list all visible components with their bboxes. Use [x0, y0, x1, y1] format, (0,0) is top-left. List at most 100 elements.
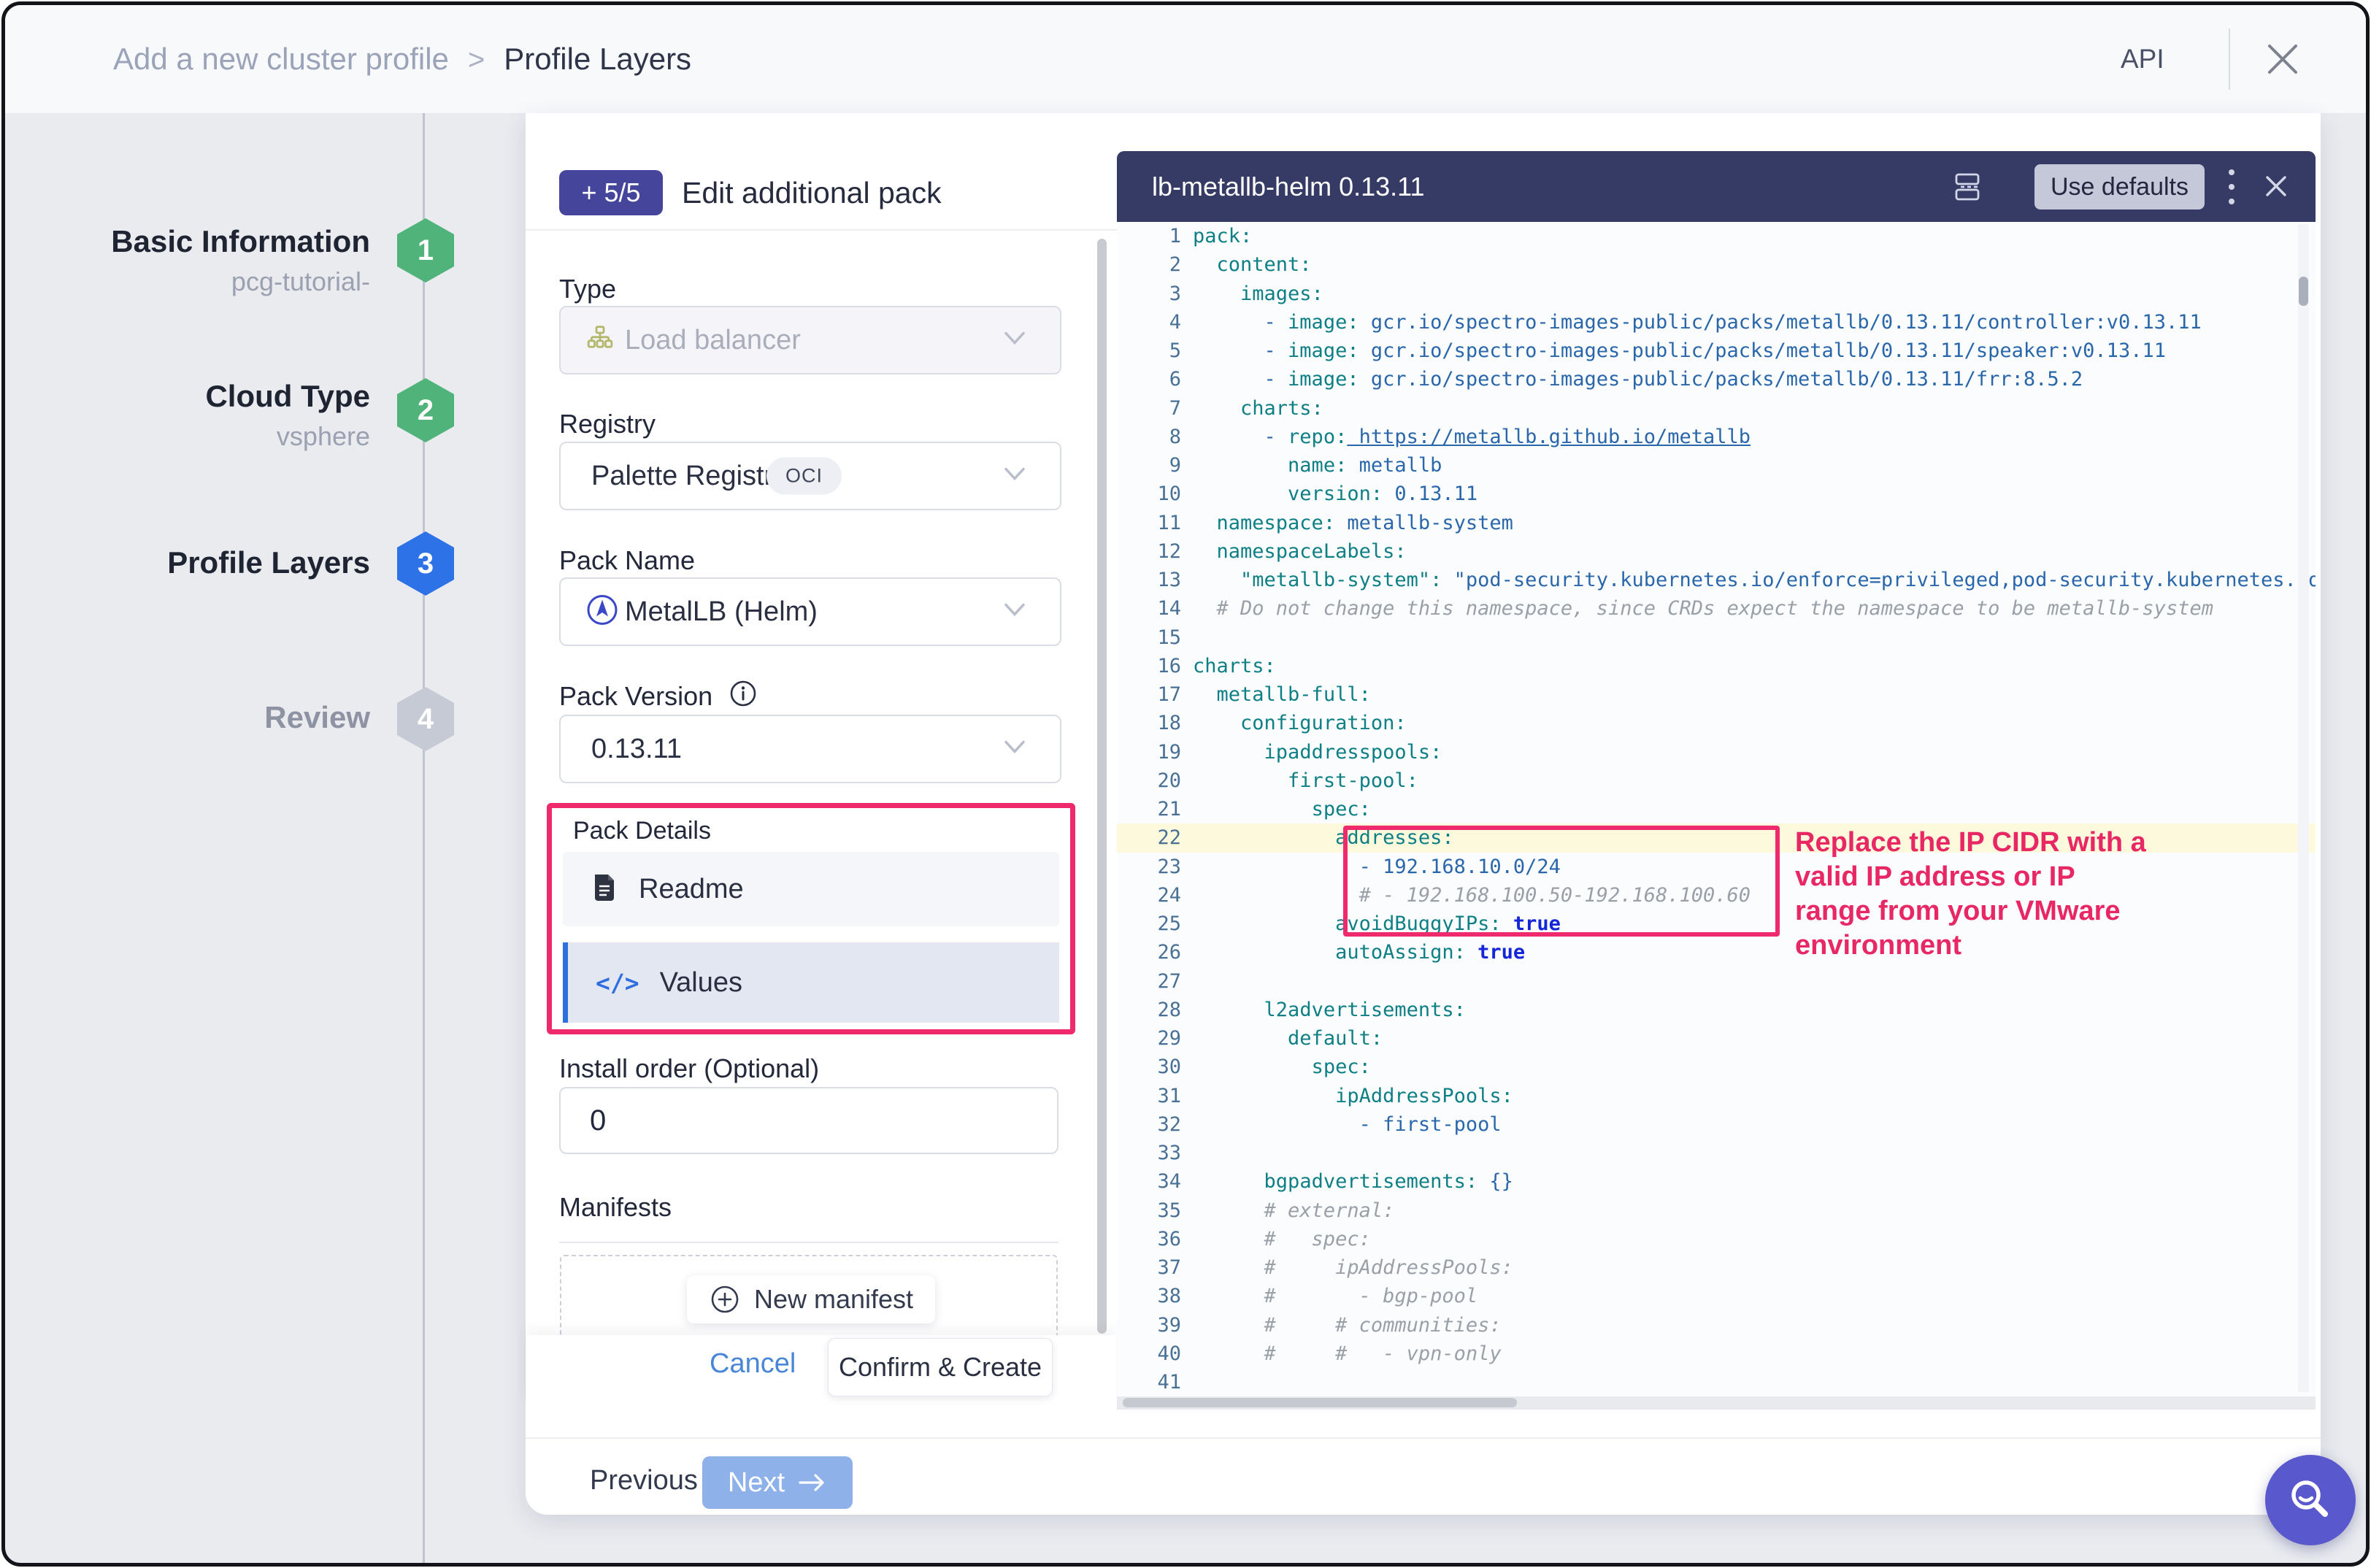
pack-name-value: MetalLB (Helm) [625, 579, 818, 645]
search-fab[interactable] [2265, 1455, 2356, 1545]
code-line: 15 [1117, 623, 2316, 652]
annotation-text: Replace the IP CIDR with a valid IP addr… [1795, 826, 2262, 963]
editor-hscrollbar[interactable] [1123, 1398, 1517, 1407]
values-tab[interactable]: </> Values [563, 942, 1059, 1023]
code-line: 21 spec: [1117, 795, 2316, 823]
step-hexagon-1[interactable]: 1 [397, 218, 454, 283]
step-label: Profile Layers [49, 545, 370, 580]
readme-tab[interactable]: Readme [563, 852, 1059, 926]
step-hexagon-2[interactable]: 2 [397, 378, 454, 442]
sidebar-item-review[interactable]: Review [49, 700, 370, 735]
pack-name-select[interactable]: MetalLB (Helm) [559, 577, 1061, 646]
code-line: 5 - image: gcr.io/spectro-images-public/… [1117, 337, 2316, 365]
install-order-input[interactable] [559, 1087, 1058, 1154]
stepper-line [423, 113, 425, 1563]
pack-details-label: Pack Details [573, 817, 711, 845]
code-line: 35 # external: [1117, 1196, 2316, 1225]
code-line: 34 bgpadvertisements: {} [1117, 1167, 2316, 1196]
chevron-down-icon [1002, 330, 1028, 351]
code-line: 17 metallb-full: [1117, 680, 2316, 709]
cancel-button[interactable]: Cancel [710, 1348, 796, 1380]
next-button[interactable]: Next [702, 1456, 853, 1509]
step-number: 3 [418, 547, 434, 580]
code-line: 8 - repo: https://metallb.github.io/meta… [1117, 423, 2316, 451]
pack-version-select[interactable]: 0.13.11 [559, 715, 1061, 783]
code-line: 20 first-pool: [1117, 766, 2316, 795]
code-line: 10 version: 0.13.11 [1117, 480, 2316, 508]
sidebar-item-profile-layers[interactable]: Profile Layers [49, 545, 370, 580]
code-line: 30 spec: [1117, 1053, 2316, 1081]
code-line: 12 namespaceLabels: [1117, 537, 2316, 566]
chevron-down-icon [1002, 739, 1028, 760]
metallb-icon [585, 593, 619, 631]
code-line: 3 images: [1117, 280, 2316, 308]
api-button[interactable]: API [2121, 5, 2164, 113]
step-label: Review [49, 700, 370, 735]
step-label: Basic Information [49, 224, 370, 259]
arrow-right-icon [798, 1472, 827, 1493]
step-sublabel: pcg-tutorial- [49, 266, 370, 297]
diff-view-icon[interactable] [1951, 170, 1984, 207]
breadcrumb: Add a new cluster profile>Profile Layers [113, 5, 691, 113]
breadcrumb-root[interactable]: Add a new cluster profile [113, 42, 449, 76]
oci-badge: OCI [766, 458, 842, 495]
top-header: Add a new cluster profile>Profile Layers… [5, 5, 2366, 115]
code-line: 16charts: [1117, 652, 2316, 680]
code-line: 1pack: [1117, 222, 2316, 250]
code-line: 40 # # - vpn-only [1117, 1340, 2316, 1368]
code-line: 29 default: [1117, 1024, 2316, 1053]
code-line: 27 [1117, 967, 2316, 996]
yaml-code-editor[interactable]: 1pack:2 content:3 images:4 - image: gcr.… [1117, 222, 2316, 1396]
step-number: 4 [418, 703, 434, 736]
type-select[interactable]: Load balancer [559, 306, 1061, 374]
new-manifest-button[interactable]: New manifest [687, 1275, 935, 1323]
code-icon: </> [596, 969, 639, 997]
editor-close-icon[interactable] [2260, 170, 2292, 206]
editor-vscrollbar[interactable] [2299, 277, 2308, 306]
info-icon[interactable] [728, 678, 758, 712]
editor-title: lb-metallb-helm 0.13.11 [1152, 151, 1425, 222]
code-line: 19 ipaddresspools: [1117, 738, 2316, 766]
screen: Add a new cluster profile > Profile Layers… [1, 1, 2370, 1567]
values-label: Values [660, 967, 742, 999]
code-line: 11 namespace: metallb-system [1117, 509, 2316, 537]
confirm-create-button[interactable]: Confirm & Create [828, 1338, 1053, 1396]
readme-label: Readme [639, 874, 744, 905]
code-line: 2 content: [1117, 250, 2316, 279]
code-line: 18 configuration: [1117, 709, 2316, 737]
kebab-menu-icon[interactable] [2226, 166, 2237, 212]
chevron-down-icon [1002, 602, 1028, 623]
previous-button[interactable]: Previous [590, 1465, 698, 1496]
footer-divider [526, 1437, 2321, 1439]
code-line: 36 # spec: [1117, 1225, 2316, 1253]
header-divider [2229, 28, 2230, 90]
code-line: 31 ipAddressPools: [1117, 1082, 2316, 1110]
manifests-label: Manifests [559, 1192, 672, 1223]
code-line: 41 [1117, 1368, 2316, 1396]
close-icon[interactable] [2261, 37, 2305, 81]
plus-circle-icon [709, 1283, 741, 1315]
step-hexagon-3[interactable]: 3 [397, 531, 454, 596]
document-icon [591, 872, 618, 907]
code-line: 6 - image: gcr.io/spectro-images-public/… [1117, 365, 2316, 393]
form-header-divider [526, 229, 1117, 231]
sidebar-item-cloud-type[interactable]: Cloud Type vsphere [49, 379, 370, 452]
code-line: 4 - image: gcr.io/spectro-images-public/… [1117, 308, 2316, 337]
type-label: Type [559, 274, 616, 304]
code-line: 39 # # communities: [1117, 1311, 2316, 1340]
code-line: 28 l2advertisements: [1117, 996, 2316, 1024]
sidebar-item-basic-information[interactable]: Basic Information pcg-tutorial- [49, 224, 370, 297]
pack-name-label: Pack Name [559, 545, 695, 576]
breadcrumb-separator: > [468, 44, 485, 76]
use-defaults-button[interactable]: Use defaults [2034, 164, 2205, 210]
step-hexagon-4[interactable]: 4 [397, 687, 454, 751]
pack-count-badge: + 5/5 [559, 170, 663, 215]
code-line: 38 # - bgp-pool [1117, 1282, 2316, 1310]
magnifier-icon [2284, 1474, 2337, 1526]
form-scrollbar[interactable] [1097, 239, 1107, 1334]
code-line: 37 # ipAddressPools: [1117, 1253, 2316, 1282]
registry-select[interactable]: Palette Registry OCI [559, 442, 1061, 510]
install-order-label: Install order (Optional) [559, 1053, 819, 1084]
type-value: Load balancer [625, 307, 801, 373]
code-line: 32 - first-pool [1117, 1110, 2316, 1139]
